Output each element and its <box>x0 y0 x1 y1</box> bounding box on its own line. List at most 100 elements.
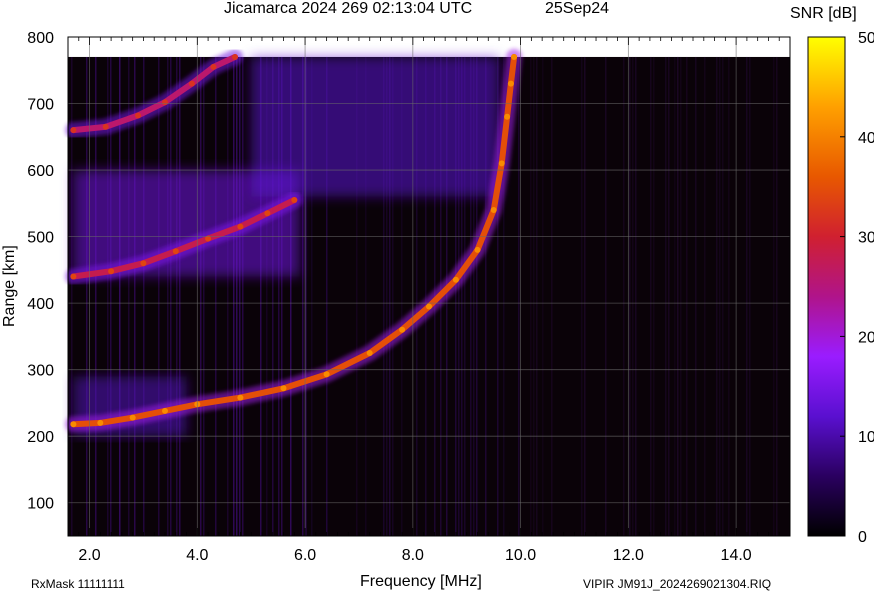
x-axis-label: Frequency [MHz] <box>360 573 482 590</box>
trace-3-point <box>162 99 168 106</box>
colorbar-tick-label: 30 <box>858 230 874 247</box>
ionogram-chart: 2.0 4.0 6.0 8.0 10.0 12.0 14.01002003004005006… <box>27 30 874 564</box>
x-tick-label: 8.0 <box>402 547 424 564</box>
noise-stripe <box>722 56 724 537</box>
noise-stripe <box>629 56 631 537</box>
y-tick-label: 300 <box>27 363 54 380</box>
y-axis-label: Range [km] <box>1 245 18 327</box>
noise-stripe <box>677 56 679 537</box>
noise-stripe <box>680 56 682 537</box>
noise-stripe <box>635 56 637 537</box>
noise-stripe <box>581 56 583 537</box>
noise-stripe <box>227 56 229 537</box>
noise-stripe <box>632 56 634 537</box>
noise-stripe <box>704 56 706 537</box>
trace-1-point <box>237 394 244 401</box>
trace-1-point <box>507 80 514 87</box>
plot-area <box>65 37 790 537</box>
trace-1-point <box>452 276 459 283</box>
y-tick-label: 700 <box>27 97 54 114</box>
trace-3-point <box>232 54 238 60</box>
noise-stripe <box>179 56 181 537</box>
x-tick-label: 6.0 <box>294 547 316 564</box>
noise-stripe <box>533 56 535 537</box>
noise-stripe <box>686 56 688 537</box>
trace-1-point <box>70 421 77 428</box>
colorbar-tick-label: 50 <box>858 30 874 47</box>
y-tick-label: 400 <box>27 296 54 313</box>
trace-3-point <box>102 123 109 130</box>
noise-stripe <box>584 56 586 537</box>
noise-stripe <box>236 56 238 537</box>
noise-stripe <box>653 56 655 537</box>
noise-stripe <box>530 56 532 537</box>
diffuse-region-fill <box>251 56 500 197</box>
y-tick-label: 600 <box>27 163 54 180</box>
noise-stripe <box>542 56 544 537</box>
noise-stripe <box>215 56 217 537</box>
trace-1-point <box>498 160 505 167</box>
rx-mask-text: RxMask 11111111 <box>31 577 125 591</box>
trace-1-point <box>399 326 406 333</box>
noise-stripe <box>746 56 748 537</box>
noise-stripe <box>128 56 130 537</box>
trace-2-point <box>70 273 77 280</box>
noise-stripe <box>158 56 160 537</box>
x-tick-label: 2.0 <box>78 547 100 564</box>
noise-stripe <box>200 56 202 537</box>
trace-2-point <box>140 260 147 267</box>
x-tick-label: 10.0 <box>505 547 536 564</box>
noise-stripe <box>134 56 136 537</box>
y-tick-label: 100 <box>27 496 54 513</box>
trace-1-point <box>162 407 168 414</box>
colorbar-label: SNR [dB] <box>790 5 857 22</box>
noise-stripe <box>167 56 169 537</box>
noise-stripe <box>674 56 676 537</box>
colorbar-gradient <box>807 36 846 537</box>
noise-stripe <box>773 56 775 537</box>
trace-3-point <box>70 127 77 134</box>
noise-stripe <box>551 56 553 537</box>
noise-stripe <box>623 56 625 537</box>
noise-stripe <box>536 56 538 537</box>
trace-1-point <box>280 385 287 392</box>
trace-1-point <box>490 207 497 213</box>
noise-stripe <box>176 56 178 537</box>
y-tick-label: 500 <box>27 230 54 247</box>
noise-stripe <box>143 56 145 537</box>
y-tick-label: 800 <box>27 30 54 47</box>
x-tick-label: 4.0 <box>186 547 208 564</box>
trace-2-point <box>291 197 298 203</box>
noise-stripe <box>719 56 721 537</box>
trace-2-point <box>172 248 179 255</box>
noise-stripe <box>203 56 205 537</box>
noise-stripe <box>239 56 241 537</box>
y-tick-label: 200 <box>27 429 54 446</box>
trace-2-point <box>264 210 271 217</box>
noise-stripe <box>233 56 235 537</box>
noise-stripe <box>695 56 697 537</box>
trace-2-point <box>237 223 244 230</box>
trace-1-point <box>97 419 104 426</box>
x-tick-label: 12.0 <box>613 547 644 564</box>
trace-3-point <box>188 80 195 87</box>
noise-stripe <box>650 56 652 537</box>
trace-1-point <box>366 350 373 356</box>
trace-2-point <box>108 268 115 275</box>
noise-stripe <box>776 56 778 537</box>
noise-stripe <box>242 56 244 537</box>
chart-title: Jicamarca 2024 269 02:13:04 UTC <box>224 0 473 17</box>
trace-3-point <box>210 63 217 70</box>
trace-1-point <box>504 113 511 120</box>
noise-stripe <box>665 56 667 537</box>
noise-stripe <box>668 56 670 537</box>
noise-stripe <box>518 56 520 537</box>
chart-date: 25Sep24 <box>545 0 610 17</box>
trace-3-point <box>135 112 141 119</box>
trace-1-point <box>474 246 481 253</box>
colorbar-tick-label: 20 <box>858 329 874 346</box>
trace-1-point <box>426 303 432 310</box>
file-name-text: VIPIR JM91J_2024269021304.RIQ <box>583 577 772 591</box>
trace-1-point <box>129 414 136 421</box>
trace-1-point <box>511 54 518 60</box>
